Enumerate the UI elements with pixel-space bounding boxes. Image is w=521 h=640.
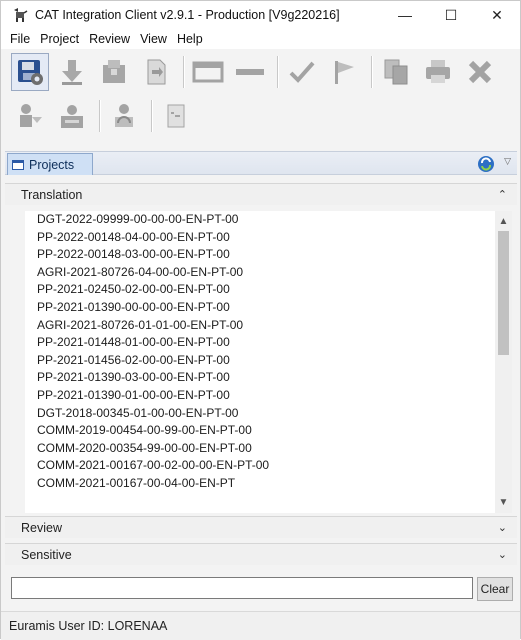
list-item[interactable]: PP-2021-01390-03-00-00-EN-PT-00 <box>25 369 495 387</box>
list-item[interactable]: PP-2022-00148-04-00-00-EN-PT-00 <box>25 229 495 247</box>
copy-document-button[interactable] <box>377 53 415 91</box>
toolbar-separator <box>151 100 153 132</box>
person-arrow-icon <box>20 104 42 127</box>
projects-tab-label: Projects <box>29 157 75 172</box>
user-refresh-button[interactable] <box>105 97 143 135</box>
expand-down-icon[interactable]: ⌄ <box>498 521 507 534</box>
document-note-icon <box>167 104 185 128</box>
toolbar-row-2 <box>11 95 199 137</box>
list-item[interactable]: DGT-2022-09999-00-00-00-EN-PT-00 <box>25 211 495 229</box>
checkmark-icon <box>289 61 315 83</box>
toolbar-separator <box>183 56 185 88</box>
collapse-up-icon[interactable]: ⌃ <box>498 188 507 201</box>
save-settings-button[interactable] <box>11 53 49 91</box>
expand-down-icon[interactable]: ⌄ <box>498 548 507 561</box>
translation-project-list[interactable]: DGT-2022-09999-00-00-00-EN-PT-00 PP-2022… <box>25 211 495 513</box>
menu-bar: File Project Review View Help <box>1 29 520 49</box>
printer-icon <box>426 60 450 83</box>
list-item[interactable]: AGRI-2021-80726-04-00-00-EN-PT-00 <box>25 264 495 282</box>
list-item[interactable]: PP-2021-01390-00-00-00-EN-PT-00 <box>25 299 495 317</box>
title-bar[interactable]: CAT Integration Client v2.9.1 - Producti… <box>1 1 520 29</box>
dash-button[interactable] <box>231 53 269 91</box>
refresh-icon <box>478 156 494 172</box>
list-item[interactable]: DGT-2018-00345-01-00-00-EN-PT-00 <box>25 405 495 423</box>
scroll-down-icon[interactable]: ▼ <box>495 494 512 511</box>
translation-section-header[interactable]: Translation ⌃ <box>5 183 517 205</box>
printer-button[interactable] <box>419 53 457 91</box>
list-item[interactable]: PP-2021-01448-01-00-00-EN-PT-00 <box>25 334 495 352</box>
delete-button[interactable] <box>461 53 499 91</box>
flag-icon <box>335 61 354 84</box>
download-button[interactable] <box>53 53 91 91</box>
document-note-button[interactable] <box>157 97 195 135</box>
panel-menu-icon[interactable]: ▽ <box>504 156 511 167</box>
save-settings-icon <box>18 60 43 85</box>
list-item[interactable]: COMM-2021-00167-00-02-00-00-EN-PT-00 <box>25 457 495 475</box>
list-item[interactable]: AGRI-2021-80726-01-01-00-EN-PT-00 <box>25 317 495 335</box>
window-tab-icon <box>12 159 24 170</box>
toolbar <box>5 51 517 147</box>
status-bar: Euramis User ID: LORENAA <box>1 611 520 640</box>
menu-view[interactable]: View <box>135 32 172 46</box>
window-icon <box>192 61 224 83</box>
document-export-button[interactable] <box>137 53 175 91</box>
filter-row: Clear <box>5 573 517 601</box>
minimize-button[interactable]: — <box>382 1 428 29</box>
dash-icon <box>236 69 264 75</box>
list-item[interactable]: PP-2022-00148-03-00-00-EN-PT-00 <box>25 246 495 264</box>
user-card-icon <box>61 105 83 128</box>
projects-panel-header: Projects ▽ <box>5 151 517 175</box>
clear-button[interactable]: Clear <box>477 577 513 601</box>
list-item[interactable]: COMM-2019-00454-00-99-00-EN-PT-00 <box>25 422 495 440</box>
checkmark-button[interactable] <box>283 53 321 91</box>
list-item[interactable]: PP-2021-02450-02-00-00-EN-PT-00 <box>25 281 495 299</box>
scroll-up-icon[interactable]: ▲ <box>495 213 512 230</box>
user-refresh-icon <box>115 104 133 127</box>
review-label: Review <box>21 520 62 535</box>
window-button[interactable] <box>189 53 227 91</box>
app-window: CAT Integration Client v2.9.1 - Producti… <box>0 0 521 640</box>
toolbar-separator <box>99 100 101 132</box>
user-id-status: Euramis User ID: LORENAA <box>9 619 168 633</box>
download-icon <box>62 60 82 85</box>
list-item[interactable]: PP-2021-01390-01-00-00-EN-PT-00 <box>25 387 495 405</box>
menu-help[interactable]: Help <box>172 32 208 46</box>
list-scrollbar[interactable]: ▲ ▼ <box>495 211 512 513</box>
menu-review[interactable]: Review <box>84 32 135 46</box>
toolbar-separator <box>277 56 279 88</box>
close-button[interactable]: ✕ <box>474 1 520 29</box>
menu-file[interactable]: File <box>5 32 35 46</box>
menu-project[interactable]: Project <box>35 32 84 46</box>
tab-projects[interactable]: Projects <box>7 153 93 175</box>
window-controls: — ☐ ✕ <box>382 1 520 29</box>
sensitive-section-header[interactable]: Sensitive ⌄ <box>5 543 517 565</box>
refresh-button[interactable] <box>477 155 495 173</box>
copy-document-icon <box>384 59 408 85</box>
package-button[interactable] <box>95 53 133 91</box>
delete-x-icon <box>468 60 492 84</box>
translation-label: Translation <box>21 187 83 202</box>
sensitive-label: Sensitive <box>21 547 72 562</box>
toolbar-row-1 <box>11 51 503 93</box>
list-item[interactable]: PP-2021-01456-02-00-00-EN-PT-00 <box>25 352 495 370</box>
maximize-button[interactable]: ☐ <box>428 1 474 29</box>
review-section-header[interactable]: Review ⌄ <box>5 516 517 538</box>
list-item[interactable]: COMM-2021-00167-00-04-00-EN-PT <box>25 475 495 493</box>
list-item[interactable]: COMM-2020-00354-99-00-00-EN-PT-00 <box>25 440 495 458</box>
user-card-button[interactable] <box>53 97 91 135</box>
window-title: CAT Integration Client v2.9.1 - Producti… <box>35 8 340 22</box>
package-icon <box>103 60 125 83</box>
flag-button[interactable] <box>325 53 363 91</box>
cat-app-icon <box>11 6 29 24</box>
scroll-thumb[interactable] <box>498 231 509 355</box>
filter-input[interactable] <box>11 577 473 599</box>
person-arrow-button[interactable] <box>11 97 49 135</box>
toolbar-separator <box>371 56 373 88</box>
document-export-icon <box>147 59 166 85</box>
